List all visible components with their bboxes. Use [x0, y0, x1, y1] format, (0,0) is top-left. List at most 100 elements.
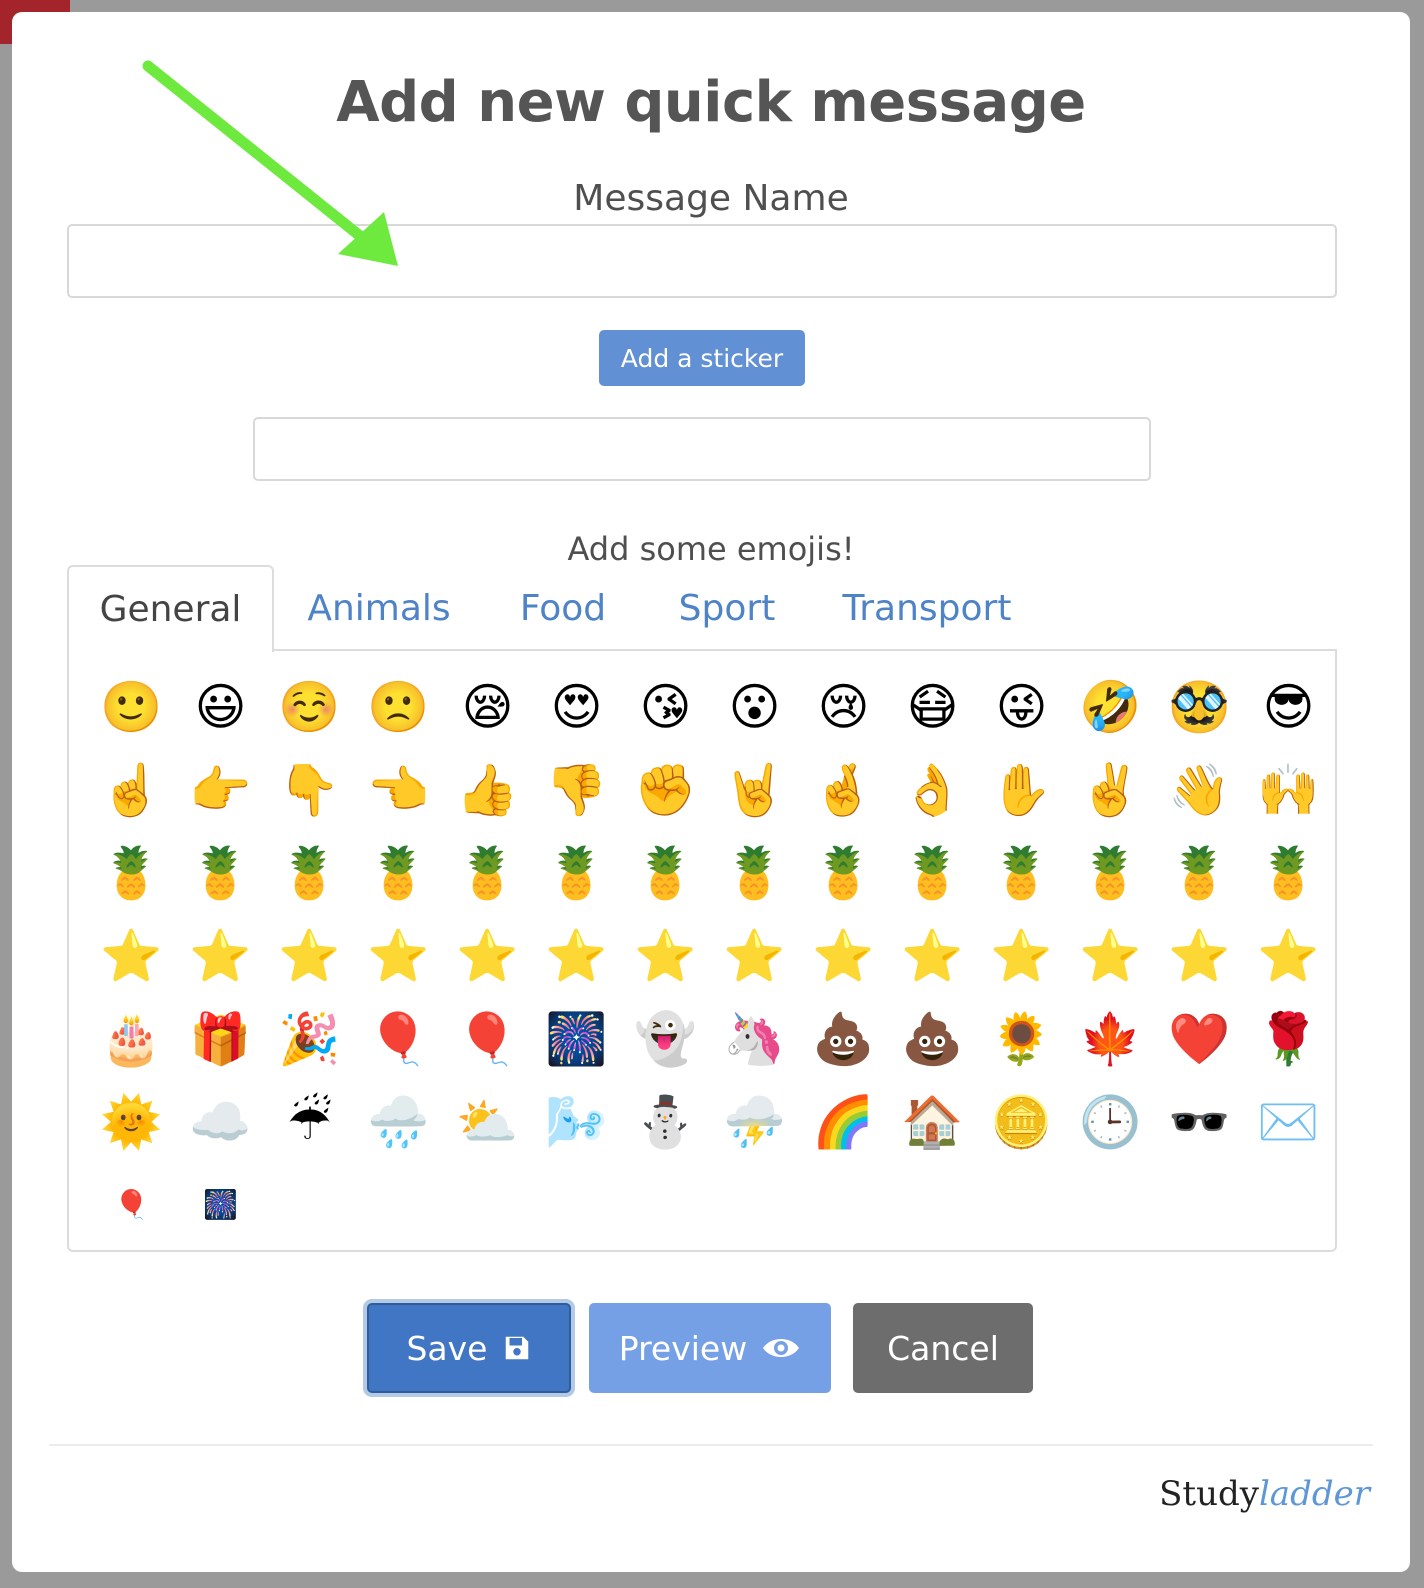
- emoji-item[interactable]: 🍍: [799, 831, 888, 914]
- emoji-item[interactable]: 😎: [1244, 665, 1333, 748]
- emoji-item[interactable]: 🍁: [1066, 997, 1155, 1080]
- emoji-item[interactable]: 🌻: [977, 997, 1066, 1080]
- emoji-item[interactable]: 🌧️: [354, 1080, 443, 1163]
- emoji-item[interactable]: ⭐: [710, 914, 799, 997]
- emoji-item[interactable]: ❤️: [1155, 997, 1244, 1080]
- emoji-item[interactable]: 🕶️: [1155, 1080, 1244, 1163]
- emoji-item[interactable]: 🙁: [354, 665, 443, 748]
- save-button[interactable]: Save: [367, 1303, 571, 1393]
- emoji-item[interactable]: ✌️: [1066, 748, 1155, 831]
- emoji-item[interactable]: 🌹: [1244, 997, 1333, 1080]
- emoji-item[interactable]: ⭐: [176, 914, 265, 997]
- tab-sport[interactable]: Sport: [661, 565, 793, 651]
- emoji-item[interactable]: 😷: [888, 665, 977, 748]
- emoji-item[interactable]: 👈: [354, 748, 443, 831]
- emoji-item[interactable]: 👉: [176, 748, 265, 831]
- emoji-item[interactable]: 🎂: [87, 997, 176, 1080]
- emoji-item-small[interactable]: 🎆: [176, 1163, 265, 1246]
- emoji-item[interactable]: ✋: [977, 748, 1066, 831]
- tab-food[interactable]: Food: [500, 565, 626, 651]
- emoji-item[interactable]: 🤣: [1066, 665, 1155, 748]
- emoji-item[interactable]: 👍: [443, 748, 532, 831]
- emoji-grid: 🙂 😃 ☺️ 🙁 😪 😍 😘 😮 😢 😷 😜 🤣 🥸 😎 ☝️ 👉 👇 👈 👍 👎 ✊ 🤘 🤞 👌 ✋ ✌️ 👋 🙌 🍍 🍍 🍍 🍍 🍍 🍍 🍍 🍍 🍍…: [87, 665, 1333, 1246]
- emoji-item[interactable]: 🍍: [443, 831, 532, 914]
- emoji-item[interactable]: ⭐: [354, 914, 443, 997]
- sticker-field[interactable]: [253, 417, 1151, 481]
- emoji-item[interactable]: 🎉: [265, 997, 354, 1080]
- emoji-item[interactable]: 😮: [710, 665, 799, 748]
- emoji-item[interactable]: ☁️: [176, 1080, 265, 1163]
- emoji-item[interactable]: 🍍: [87, 831, 176, 914]
- emoji-item[interactable]: 🦄: [710, 997, 799, 1080]
- emoji-item[interactable]: 😜: [977, 665, 1066, 748]
- emoji-item[interactable]: 🍍: [621, 831, 710, 914]
- footer-divider: [49, 1444, 1373, 1446]
- message-name-label: Message Name: [573, 178, 849, 219]
- emoji-item[interactable]: ✊: [621, 748, 710, 831]
- emoji-item[interactable]: 🤘: [710, 748, 799, 831]
- add-sticker-button[interactable]: Add a sticker: [599, 330, 805, 386]
- emoji-item[interactable]: 🕒: [1066, 1080, 1155, 1163]
- emoji-item[interactable]: 💩: [888, 997, 977, 1080]
- emoji-item[interactable]: ⭐: [621, 914, 710, 997]
- emoji-item[interactable]: 🍍: [265, 831, 354, 914]
- emoji-item[interactable]: 🍍: [1244, 831, 1333, 914]
- emoji-item[interactable]: 👎: [532, 748, 621, 831]
- emoji-item[interactable]: 🍍: [176, 831, 265, 914]
- emoji-item[interactable]: ☔: [265, 1080, 354, 1163]
- emoji-item[interactable]: ⛅: [443, 1080, 532, 1163]
- message-name-input[interactable]: [67, 224, 1337, 298]
- emoji-item[interactable]: 🍍: [1155, 831, 1244, 914]
- emoji-item[interactable]: 😍: [532, 665, 621, 748]
- emoji-item[interactable]: ☝️: [87, 748, 176, 831]
- emoji-item[interactable]: 🍍: [977, 831, 1066, 914]
- emoji-item[interactable]: 💩: [799, 997, 888, 1080]
- emoji-item[interactable]: ⭐: [87, 914, 176, 997]
- emoji-item[interactable]: ⭐: [1066, 914, 1155, 997]
- emoji-item[interactable]: ⭐: [977, 914, 1066, 997]
- emoji-item[interactable]: ⛈️: [710, 1080, 799, 1163]
- emoji-item[interactable]: 🌈: [799, 1080, 888, 1163]
- preview-button[interactable]: Preview: [589, 1303, 831, 1393]
- emoji-item[interactable]: 🪙: [977, 1080, 1066, 1163]
- emoji-item[interactable]: ⭐: [265, 914, 354, 997]
- emoji-item[interactable]: 😃: [176, 665, 265, 748]
- emoji-item[interactable]: 🎁: [176, 997, 265, 1080]
- cancel-button[interactable]: Cancel: [853, 1303, 1033, 1393]
- emoji-item[interactable]: 🥸: [1155, 665, 1244, 748]
- emoji-item[interactable]: 🎈: [354, 997, 443, 1080]
- emoji-item-small[interactable]: 🎈: [87, 1163, 176, 1246]
- emoji-item[interactable]: 🍍: [1066, 831, 1155, 914]
- emoji-item[interactable]: 😢: [799, 665, 888, 748]
- emoji-item[interactable]: 🙌: [1244, 748, 1333, 831]
- emoji-item[interactable]: 👇: [265, 748, 354, 831]
- emoji-item[interactable]: 🎆: [532, 997, 621, 1080]
- emoji-item[interactable]: ✉️: [1244, 1080, 1333, 1163]
- emoji-item[interactable]: ⭐: [888, 914, 977, 997]
- emoji-item[interactable]: 🎈: [443, 997, 532, 1080]
- tab-transport[interactable]: Transport: [827, 565, 1027, 651]
- emoji-item[interactable]: ⭐: [799, 914, 888, 997]
- tab-general[interactable]: General: [67, 565, 274, 652]
- emoji-item[interactable]: 🌬️: [532, 1080, 621, 1163]
- emoji-item[interactable]: ☺️: [265, 665, 354, 748]
- emoji-item[interactable]: 😪: [443, 665, 532, 748]
- emoji-item[interactable]: 🍍: [710, 831, 799, 914]
- emoji-item[interactable]: 👌: [888, 748, 977, 831]
- emoji-item[interactable]: 🍍: [888, 831, 977, 914]
- emoji-item[interactable]: ⭐: [443, 914, 532, 997]
- emoji-item[interactable]: ⭐: [1244, 914, 1333, 997]
- emoji-item[interactable]: 🏠: [888, 1080, 977, 1163]
- emoji-item[interactable]: 👋: [1155, 748, 1244, 831]
- emoji-item[interactable]: 🌞: [87, 1080, 176, 1163]
- emoji-item[interactable]: 🙂: [87, 665, 176, 748]
- emoji-item[interactable]: 🍍: [532, 831, 621, 914]
- emoji-item[interactable]: 😘: [621, 665, 710, 748]
- emoji-item[interactable]: 🤞: [799, 748, 888, 831]
- emoji-item[interactable]: 👻: [621, 997, 710, 1080]
- emoji-item[interactable]: 🍍: [354, 831, 443, 914]
- emoji-item[interactable]: ⭐: [532, 914, 621, 997]
- emoji-item[interactable]: ⭐: [1155, 914, 1244, 997]
- emoji-item[interactable]: ⛄: [621, 1080, 710, 1163]
- tab-animals[interactable]: Animals: [293, 565, 465, 651]
